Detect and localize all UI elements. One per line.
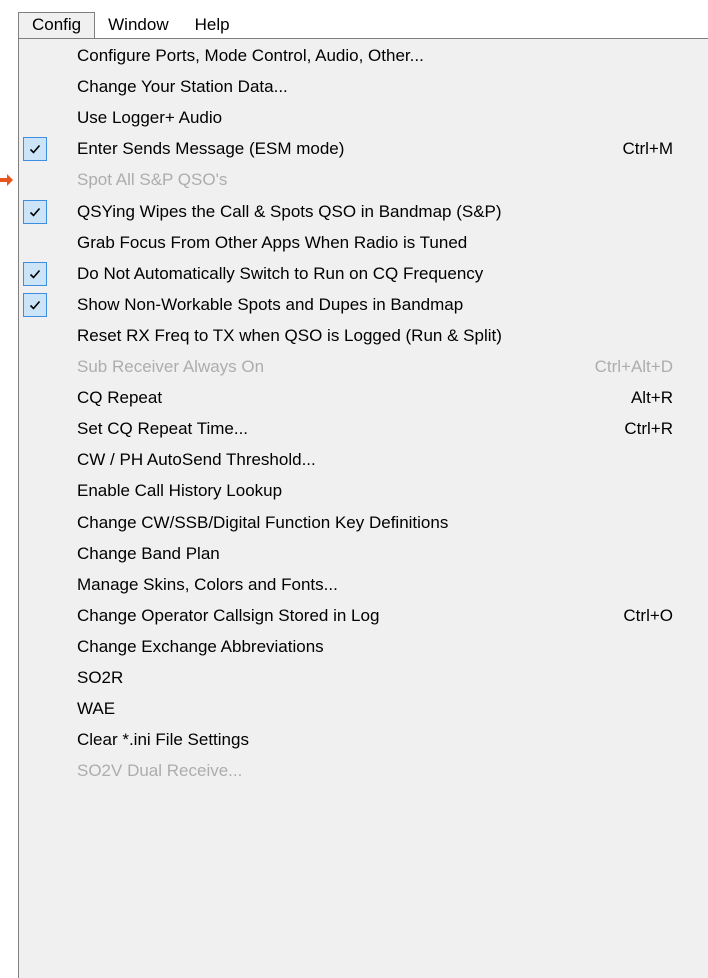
menu-item[interactable]: Set CQ Repeat Time... Ctrl+R [19,414,708,444]
menu-item[interactable]: Enter Sends Message (ESM mode) Ctrl+M [19,134,708,164]
menu-item[interactable]: Change Operator Callsign Stored in Log Ct… [19,601,708,631]
menu-item[interactable]: CQ Repeat Alt+R [19,383,708,413]
menu-item: Spot All S&P QSO's [19,165,708,195]
menu-item-label: SO2V Dual Receive... [77,761,243,781]
menu-item-label: Show Non-Workable Spots and Dupes in Ban… [77,294,464,314]
menu-item-label: Change Band Plan [77,543,220,563]
menu-item-label: Enter Sends Message (ESM mode) [77,139,345,159]
menu-help[interactable]: Help [182,12,243,38]
menu-item[interactable]: Change Exchange Abbreviations [19,632,708,662]
menu-bar: Config Window Help [18,12,708,38]
menu-item-label: Grab Focus From Other Apps When Radio is… [77,232,468,252]
pointer-arrow-icon [0,174,13,186]
menu-item-shortcut: Ctrl+M [622,139,673,159]
menu-item[interactable]: WAE [19,694,708,724]
config-dropdown-menu: Configure Ports, Mode Control, Audio, Ot… [18,38,708,978]
check-icon [23,137,47,162]
menu-item-label: Change Operator Callsign Stored in Log [77,605,380,625]
menu-item-label: SO2R [77,668,124,687]
menu-item-shortcut: Ctrl+O [623,605,673,625]
menu-item-shortcut: Alt+R [630,388,673,408]
menu-item[interactable]: Use Logger+ Audio [19,103,708,133]
menu-item: Sub Receiver Always On Ctrl+Alt+D [19,352,708,382]
menu-item-label: Clear *.ini File Settings [77,730,249,750]
menu-item-label: CW / PH AutoSend Threshold... [77,450,316,470]
menu-config[interactable]: Config [18,12,96,38]
menu-item[interactable]: Show Non-Workable Spots and Dupes in Ban… [19,290,708,320]
menu-item[interactable]: Change Band Plan [19,539,708,569]
menu-item-label: Change Exchange Abbreviations [77,636,324,656]
menu-item-label: Spot All S&P QSO's [77,170,228,190]
menu-item-label: Sub Receiver Always On [77,357,265,376]
menu-item[interactable]: SO2R [19,663,708,693]
menu-item[interactable]: Grab Focus From Other Apps When Radio is… [19,228,708,258]
check-icon [23,261,47,286]
menu-item: SO2V Dual Receive... [19,756,708,786]
menu-item-label: Enable Call History Lookup [77,481,283,501]
menu-item[interactable]: Do Not Automatically Switch to Run on CQ… [19,259,708,289]
menu-item-label: Configure Ports, Mode Control, Audio, Ot… [77,46,424,65]
menu-item-label: CQ Repeat [77,388,163,408]
menu-item[interactable]: Clear *.ini File Settings [19,725,708,755]
menu-item-label: Manage Skins, Colors and Fonts... [77,574,338,594]
menu-window[interactable]: Window [95,12,181,38]
menu-item[interactable]: Manage Skins, Colors and Fonts... [19,570,708,600]
menu-item-label: Reset RX Freq to TX when QSO is Logged (… [77,325,502,345]
menu-item-label: Do Not Automatically Switch to Run on CQ… [77,263,484,283]
menu-item[interactable]: Change Your Station Data... [19,72,708,102]
menu-item[interactable]: Enable Call History Lookup [19,476,708,506]
menu-item-label: WAE [77,699,116,719]
menu-item[interactable]: Change CW/SSB/Digital Function Key Defin… [19,508,708,538]
menu-item-shortcut: Ctrl+R [624,419,673,439]
check-icon [23,199,47,224]
menu-item-label: Set CQ Repeat Time... [77,419,249,439]
menu-item[interactable]: QSYing Wipes the Call & Spots QSO in Ban… [19,197,708,227]
menu-item-label: QSYing Wipes the Call & Spots QSO in Ban… [77,201,502,221]
menu-item[interactable]: Configure Ports, Mode Control, Audio, Ot… [19,41,708,71]
menu-item[interactable]: CW / PH AutoSend Threshold... [19,445,708,475]
menu-item-label: Change Your Station Data... [77,77,288,97]
menu-item[interactable]: Reset RX Freq to TX when QSO is Logged (… [19,321,708,351]
menu-item-shortcut: Ctrl+Alt+D [594,357,673,376]
menu-item-label: Use Logger+ Audio [77,108,223,128]
menu-item-label: Change CW/SSB/Digital Function Key Defin… [77,512,449,532]
check-icon [23,292,47,317]
